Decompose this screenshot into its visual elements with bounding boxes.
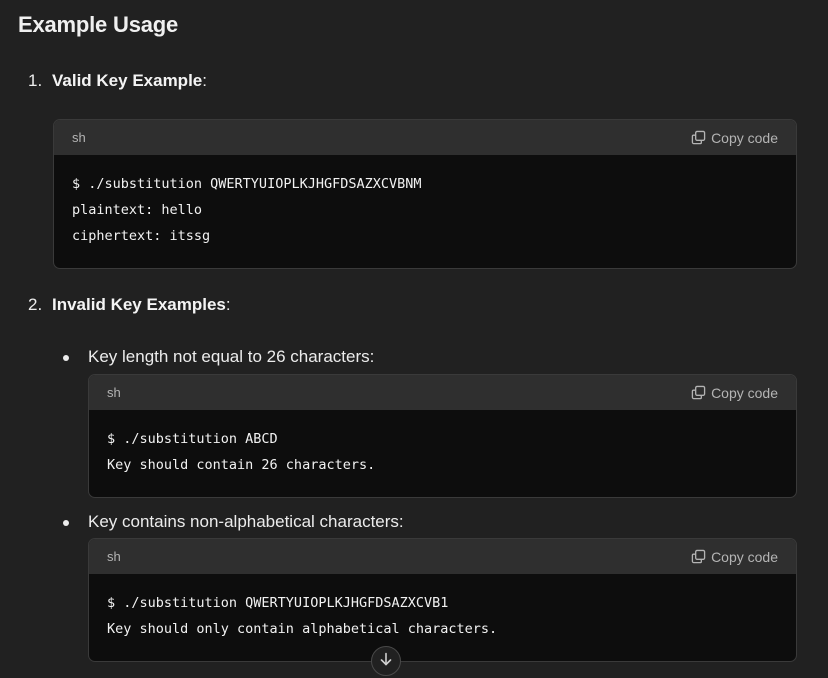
list-item-title: Valid Key Example	[52, 71, 203, 90]
code-content[interactable]: $ ./substitution QWERTYUIOPLKJHGFDSAZXCV…	[54, 155, 796, 265]
list-number: 1.	[28, 71, 43, 90]
code-block-nonalpha-error: sh Copy code $ ./substitution QWERTYUIOP…	[88, 538, 797, 662]
code-header: sh Copy code	[89, 375, 796, 410]
bullet-item-length: Key length not equal to 26 characters:	[63, 347, 375, 367]
list-item-valid-key: 1. Valid Key Example:	[28, 71, 207, 91]
copy-icon	[691, 385, 706, 400]
code-header: sh Copy code	[54, 120, 796, 155]
copy-icon	[691, 549, 706, 564]
scroll-to-bottom-button[interactable]	[371, 646, 401, 676]
copy-code-label: Copy code	[711, 129, 778, 146]
arrow-down-icon	[378, 651, 394, 672]
list-item-title: Invalid Key Examples	[52, 295, 226, 314]
code-content[interactable]: $ ./substitution QWERTYUIOPLKJHGFDSAZXCV…	[89, 574, 796, 658]
copy-code-label: Copy code	[711, 548, 778, 565]
code-line: Key should contain 26 characters.	[107, 457, 376, 473]
list-number: 2.	[28, 295, 43, 314]
copy-code-button[interactable]: Copy code	[691, 130, 778, 146]
code-header: sh Copy code	[89, 539, 796, 574]
copy-icon	[691, 130, 706, 145]
section-heading: Example Usage	[18, 12, 179, 37]
copy-code-button[interactable]: Copy code	[691, 549, 778, 565]
code-line: Key should only contain alphabetical cha…	[107, 621, 498, 637]
code-line: $ ./substitution ABCD	[107, 431, 278, 447]
page: Example Usage 1. Valid Key Example: sh Co…	[0, 0, 828, 678]
code-block-length-error: sh Copy code $ ./substitution ABCD Key sh…	[88, 374, 797, 498]
list-item-invalid-keys: 2. Invalid Key Examples:	[28, 295, 231, 315]
code-language: sh	[107, 385, 121, 400]
code-line: ciphertext: itssg	[72, 228, 211, 244]
code-block-valid-key: sh Copy code $ ./substitution QWERTYUIOP…	[53, 119, 797, 269]
bullet-dot	[63, 520, 69, 526]
code-line: plaintext: hello	[72, 202, 203, 218]
bullet-item-nonalpha: Key contains non-alphabetical characters…	[63, 512, 404, 532]
code-line: $ ./substitution QWERTYUIOPLKJHGFDSAZXCV…	[107, 595, 449, 611]
copy-code-label: Copy code	[711, 384, 778, 401]
code-language: sh	[107, 549, 121, 564]
code-line: $ ./substitution QWERTYUIOPLKJHGFDSAZXCV…	[72, 176, 422, 192]
bullet-text: Key contains non-alphabetical characters…	[88, 512, 404, 531]
bullet-text: Key length not equal to 26 characters:	[88, 347, 375, 366]
list-item-suffix: :	[202, 71, 207, 90]
list-item-suffix: :	[225, 295, 231, 314]
copy-code-button[interactable]: Copy code	[691, 385, 778, 401]
code-language: sh	[72, 130, 86, 145]
bullet-dot	[63, 355, 69, 361]
code-content[interactable]: $ ./substitution ABCD Key should contain …	[89, 410, 796, 494]
